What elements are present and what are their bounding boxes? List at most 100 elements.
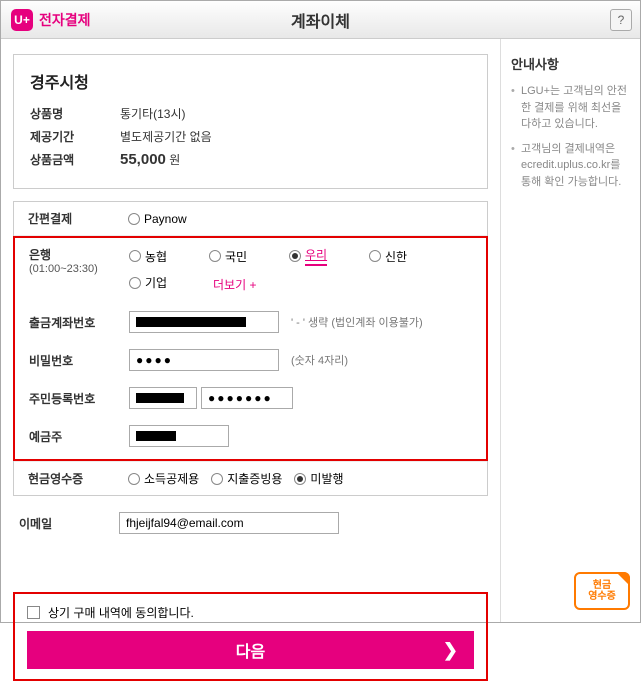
checkbox-icon [27, 606, 40, 619]
easypay-options: Paynow [128, 212, 473, 226]
side-item: 고객님의 결제내역은 ecredit.uplus.co.kr를 통해 확인 가능… [511, 141, 630, 191]
password-hint: (숫자 4자리) [291, 352, 348, 368]
titlebar: U+ 전자결제 계좌이체 ? [1, 1, 640, 39]
masked-value [136, 317, 246, 327]
radio-bank-ibk-label: 기업 [145, 274, 167, 291]
payment-window: U+ 전자결제 계좌이체 ? 경주시청 상품명 통기타(13시) 제공기간 별도… [0, 0, 641, 623]
email-label: 이메일 [19, 515, 119, 532]
receipt-row: 현금영수증 소득공제용 지출증빙용 미발행 [14, 461, 487, 495]
ssn-input-front[interactable] [129, 387, 197, 409]
holder-input[interactable] [129, 425, 229, 447]
account-ctl: ' - ' 생략 (법인계좌 이용불가) [129, 311, 472, 333]
email-ctl [119, 512, 482, 534]
next-button[interactable]: 다음 ❯ [27, 631, 474, 669]
ssn-ctl: ●●●●●●● [129, 387, 472, 409]
next-button-label: 다음 [236, 638, 265, 662]
email-row: 이메일 [13, 508, 488, 552]
radio-receipt-none[interactable]: 미발행 [294, 470, 343, 487]
easypay-label: 간편결제 [28, 210, 128, 227]
order-summary-card: 경주시청 상품명 통기타(13시) 제공기간 별도제공기간 없음 상품금액 55… [13, 54, 488, 189]
account-hint: ' - ' 생략 (법인계좌 이용불가) [291, 314, 423, 330]
badge-line1: 현금 [593, 580, 611, 591]
period-label: 제공기간 [30, 128, 120, 145]
radio-paynow[interactable]: Paynow [128, 212, 187, 226]
bank-section-highlight: 은행 (01:00~23:30) 농협 국민 우리 신한 기업 더보기 + [13, 236, 488, 461]
holder-ctl [129, 425, 472, 447]
account-label: 출금계좌번호 [29, 314, 129, 331]
radio-bank-shinhan[interactable]: 신한 [369, 248, 441, 265]
radio-dot-icon [294, 473, 306, 485]
masked-value [136, 431, 176, 441]
radio-dot-icon [289, 250, 301, 262]
amount-unit: 원 [169, 153, 180, 167]
agree-label: 상기 구매 내역에 동의합니다. [48, 604, 194, 621]
password-row: 비밀번호 ●●●● (숫자 4자리) [15, 341, 486, 379]
radio-dot-icon [129, 250, 141, 262]
password-label: 비밀번호 [29, 352, 129, 369]
bank-label: 은행 (01:00~23:30) [29, 246, 129, 275]
account-input[interactable] [129, 311, 279, 333]
radio-receipt-deduction[interactable]: 소득공제용 [128, 470, 199, 487]
side-item: LGU+는 고객님의 안전한 결제를 위해 최선을 다하고 있습니다. [511, 83, 630, 133]
radio-dot-icon [128, 213, 140, 225]
amount-value: 55,000 원 [120, 151, 180, 168]
ssn-dots: ●●●●●●● [208, 391, 273, 405]
product-value: 통기타(13시) [120, 105, 186, 122]
radio-bank-nh-label: 농협 [145, 248, 167, 265]
password-input[interactable]: ●●●● [129, 349, 279, 371]
period-value: 별도제공기간 없음 [120, 128, 212, 145]
radio-dot-icon [129, 277, 141, 289]
radio-receipt-expense-label: 지출증빙용 [227, 470, 282, 487]
bank-row: 은행 (01:00~23:30) 농협 국민 우리 신한 기업 더보기 + [15, 238, 486, 303]
main-panel: 경주시청 상품명 통기타(13시) 제공기간 별도제공기간 없음 상품금액 55… [1, 39, 501, 622]
holder-label: 예금주 [29, 428, 129, 445]
ssn-row: 주민등록번호 ●●●●●●● [15, 379, 486, 417]
product-row: 상품명 통기타(13시) [30, 105, 471, 122]
radio-dot-icon [211, 473, 223, 485]
bank-label-text: 은행 [29, 248, 51, 262]
product-label: 상품명 [30, 105, 120, 122]
account-row: 출금계좌번호 ' - ' 생략 (법인계좌 이용불가) [15, 303, 486, 341]
period-row: 제공기간 별도제공기간 없음 [30, 128, 471, 145]
radio-dot-icon [369, 250, 381, 262]
receipt-label: 현금영수증 [28, 470, 128, 487]
badge-line2: 영수증 [588, 591, 616, 602]
amount-number: 55,000 [120, 151, 166, 168]
help-button[interactable]: ? [610, 9, 632, 31]
password-ctl: ●●●● (숫자 4자리) [129, 349, 472, 371]
radio-bank-woori-label: 우리 [305, 246, 327, 266]
radio-bank-ibk[interactable]: 기업 [129, 274, 201, 291]
radio-dot-icon [209, 250, 221, 262]
side-list: LGU+는 고객님의 안전한 결제를 위해 최선을 다하고 있습니다. 고객님의… [511, 83, 630, 190]
radio-receipt-deduction-label: 소득공제용 [144, 470, 199, 487]
masked-value [136, 393, 184, 403]
password-dots: ●●●● [136, 353, 173, 367]
holder-row: 예금주 [15, 417, 486, 459]
ssn-label: 주민등록번호 [29, 390, 129, 407]
radio-bank-nh[interactable]: 농협 [129, 248, 201, 265]
agree-checkbox[interactable]: 상기 구매 내역에 동의합니다. [27, 604, 474, 621]
cash-receipt-badge[interactable]: 현금 영수증 [574, 572, 630, 610]
radio-dot-icon [128, 473, 140, 485]
radio-bank-shinhan-label: 신한 [385, 248, 407, 265]
chevron-right-icon: ❯ [443, 640, 458, 661]
radio-bank-kb[interactable]: 국민 [209, 248, 281, 265]
brand-label: 전자결제 [39, 10, 91, 30]
page-title: 계좌이체 [291, 8, 350, 32]
radio-bank-woori[interactable]: 우리 [289, 246, 361, 266]
radio-paynow-label: Paynow [144, 212, 187, 226]
bank-more-link[interactable]: 더보기 + [213, 276, 256, 293]
payment-form-card: 간편결제 Paynow 은행 (01:00~23:30) [13, 201, 488, 496]
radio-receipt-none-label: 미발행 [310, 470, 343, 487]
email-input[interactable] [119, 512, 339, 534]
amount-label: 상품금액 [30, 151, 120, 168]
side-title: 안내사항 [511, 54, 630, 73]
body: 경주시청 상품명 통기타(13시) 제공기간 별도제공기간 없음 상품금액 55… [1, 39, 640, 622]
uplus-logo-icon: U+ [11, 9, 33, 31]
radio-receipt-expense[interactable]: 지출증빙용 [211, 470, 282, 487]
ssn-input-back[interactable]: ●●●●●●● [201, 387, 293, 409]
bank-options: 농협 국민 우리 신한 기업 더보기 + [129, 246, 472, 295]
amount-row: 상품금액 55,000 원 [30, 151, 471, 168]
bank-hours: (01:00~23:30) [29, 263, 129, 275]
side-panel: 안내사항 LGU+는 고객님의 안전한 결제를 위해 최선을 다하고 있습니다.… [501, 39, 640, 622]
